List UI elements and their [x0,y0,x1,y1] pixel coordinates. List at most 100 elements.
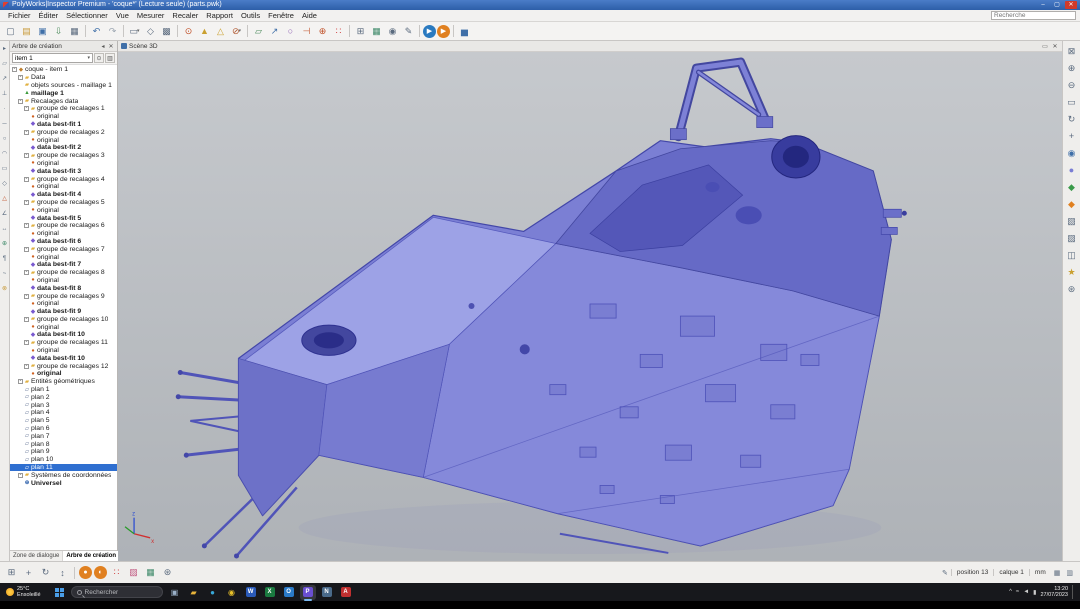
tree-item[interactable]: ●original [10,323,117,331]
select-polygon-button[interactable]: ◇ [143,24,158,39]
tree-item[interactable]: -▰groupe de recalages 12 [10,362,117,370]
tree-item[interactable]: -▰Entités géométriques [10,378,117,386]
play-macro-button[interactable]: ▶ [437,25,450,38]
macro-button[interactable]: ⊛ [160,565,175,580]
tree-item[interactable]: ▰objets sources - maillage 1 [10,82,117,90]
create-vector-button[interactable]: ↗ [267,24,282,39]
volume-icon[interactable]: ◄ [1023,589,1029,595]
nav-grid-button[interactable]: ⊞ [4,565,19,580]
expand-toggle-icon[interactable]: - [24,153,29,158]
settings-button[interactable]: ⊛ [1065,282,1079,296]
select-rectangle-button[interactable]: ▭▾ [127,24,142,39]
tree-item[interactable]: -▰Systèmes de coordonnées [10,471,117,479]
menu-vue[interactable]: Vue [112,11,133,20]
tree-item[interactable]: -▰groupe de recalages 5 [10,199,117,207]
tree-item[interactable]: -▰groupe de recalages 3 [10,152,117,160]
tree-item[interactable]: ◆data best-fit 3 [10,167,117,175]
annotate-button[interactable]: ✎ [401,24,416,39]
tree-item[interactable]: -▰groupe de recalages 8 [10,269,117,277]
csys-tool-button[interactable]: ⊕ [0,239,9,248]
tree-item[interactable]: ●original [10,230,117,238]
expand-toggle-icon[interactable]: - [24,294,29,299]
tree-item[interactable]: ◆data best-fit 9 [10,308,117,316]
expand-toggle-icon[interactable]: - [24,270,29,275]
cone-tool-button[interactable]: △ [0,194,9,203]
report-snapshot-button[interactable]: ▦ [143,565,158,580]
redo-button[interactable]: ↷ [105,24,120,39]
zoom-fit-button[interactable]: ⊠ [1065,44,1079,58]
expand-toggle-icon[interactable]: - [18,99,23,104]
plane-tool-button[interactable]: ▱ [0,59,9,68]
tree-item[interactable]: -▰groupe de recalages 11 [10,339,117,347]
slot-tool-button[interactable]: ▭ [0,164,9,173]
fit-objects-button[interactable]: ◆ [1065,180,1079,194]
tree-item[interactable]: -▰groupe de recalages 7 [10,245,117,253]
menu-mesurer[interactable]: Mesurer [133,11,169,20]
tree-item[interactable]: ◆data best-fit 8 [10,284,117,292]
comparison-points-button[interactable]: ∷ [331,24,346,39]
camera-button[interactable]: ◉ [385,24,400,39]
tree-item[interactable]: ●original [10,300,117,308]
eye-button[interactable]: ◉ [1065,146,1079,160]
measure-view-button[interactable]: ◆ [1065,197,1079,211]
polygon-tool-button[interactable]: ◇ [0,179,9,188]
tree-item[interactable]: ▱plan 7 [10,432,117,440]
expand-toggle-icon[interactable]: - [24,177,29,182]
tree-item[interactable]: -▰groupe de recalages 1 [10,105,117,113]
maximize-button[interactable]: ▢ [1051,1,1063,9]
tree-item[interactable]: -▰groupe de recalages 4 [10,175,117,183]
mesh-button[interactable]: △ [213,24,228,39]
tab-arbre-de-creation[interactable]: Arbre de création [63,551,120,561]
expand-toggle-icon[interactable]: - [24,200,29,205]
units-icon[interactable]: ▥ [1063,569,1076,577]
tree-item[interactable]: ◆data best-fit 10 [10,354,117,362]
wireframe-button[interactable]: ▧ [1065,214,1079,228]
expand-toggle-icon[interactable]: - [18,75,23,80]
clip-plane-button[interactable]: ◫ [1065,248,1079,262]
rotate-view-button[interactable]: ↻ [1065,112,1079,126]
tree-item[interactable]: -◆coque - item 1 [10,66,117,74]
create-circle-button[interactable]: ○ [283,24,298,39]
comment-tool-button[interactable]: ¶ [0,254,9,263]
layer-icon[interactable]: ▦ [1051,569,1064,577]
arc-tool-button[interactable]: ◠ [0,149,9,158]
tree-item[interactable]: ●original [10,206,117,214]
tree-item[interactable]: ▱plan 2 [10,393,117,401]
tree-item[interactable]: ▱plan 4 [10,409,117,417]
tree-item[interactable]: ▱plan 6 [10,425,117,433]
edge-button[interactable]: ● [205,585,221,600]
tree-item[interactable]: -▰groupe de recalages 9 [10,292,117,300]
create-plane-button[interactable]: ▱ [251,24,266,39]
scan-button[interactable]: ▲ [197,24,212,39]
tree-item[interactable]: -▰groupe de recalages 10 [10,316,117,324]
expand-toggle-icon[interactable]: - [24,317,29,322]
expand-toggle-icon[interactable]: - [18,473,23,478]
weather-widget[interactable]: 25°C Ensoleillé [6,586,41,598]
tree-item[interactable]: ●original [10,347,117,355]
curve-tool-button[interactable]: ~ [0,269,9,278]
expand-toggle-icon[interactable]: - [24,130,29,135]
expand-toggle-icon[interactable]: - [24,106,29,111]
start-button[interactable] [53,585,67,599]
tree-item[interactable]: ●original [10,370,117,378]
notepad-button[interactable]: N [319,585,335,600]
tree-item[interactable]: ▱plan 1 [10,386,117,394]
file-explorer-button[interactable]: ▰ [186,585,202,600]
acrobat-button[interactable]: A [338,585,354,600]
angle-tool-button[interactable]: ∠ [0,209,9,218]
close-panel-button[interactable]: ✕ [107,43,115,50]
tree-item[interactable]: ▱plan 9 [10,448,117,456]
expand-toggle-icon[interactable]: - [24,247,29,252]
search-input[interactable] [991,11,1076,20]
maximize-view-button[interactable]: ▭ [1041,43,1049,50]
import-button[interactable]: ⇩ [51,24,66,39]
lock-tool-button[interactable]: ⊗ [0,284,9,293]
chart-button[interactable]: ▅ [457,24,472,39]
clock[interactable]: 13:20 27/07/2023 [1040,586,1068,598]
zoom-window-button[interactable]: ▭ [1065,95,1079,109]
menu-recaler[interactable]: Recaler [168,11,202,20]
tree-item[interactable]: ◆data best-fit 4 [10,191,117,199]
tree-item[interactable]: -▰Data [10,74,117,82]
tree-item[interactable]: ●original [10,183,117,191]
distance-tool-button[interactable]: ↔ [0,224,9,233]
